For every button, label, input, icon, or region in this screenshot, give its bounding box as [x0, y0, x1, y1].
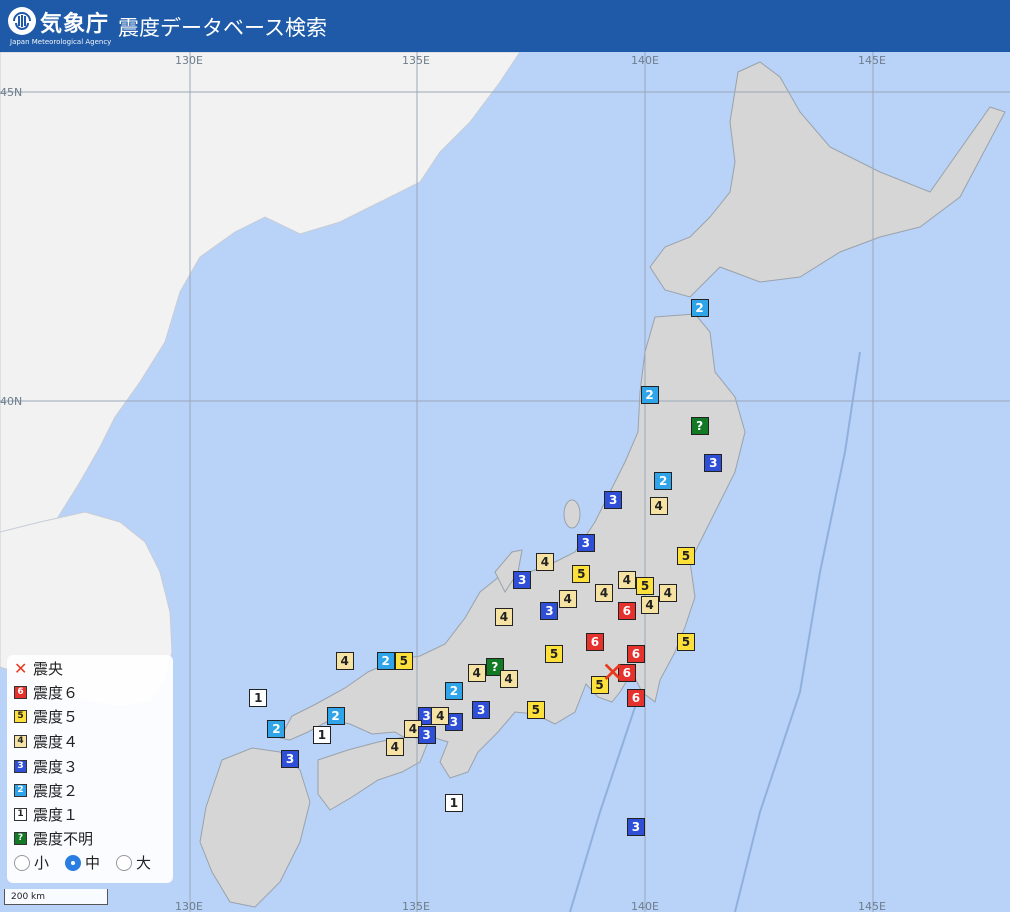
intensity-marker[interactable]: 6 — [626, 645, 645, 664]
legend-panel: ✕ 震央 6 震度６ 5 震度５ 4 震度４ 3 震度３ 2 震度２ 1 震度１… — [7, 655, 173, 883]
legend-label: 震度４ — [33, 732, 79, 751]
grid-label-lon-bottom: 135E — [402, 900, 430, 912]
logo-subtitle: Japan Meteorological Agency — [10, 38, 112, 46]
grid-label-lat: 40N — [0, 395, 23, 408]
intensity-5-icon: 5 — [14, 709, 27, 723]
intensity-marker[interactable]: 2 — [654, 472, 673, 491]
intensity-marker[interactable]: 2 — [267, 719, 286, 738]
legend-item-int1: 1 震度１ — [14, 803, 78, 825]
intensity-marker[interactable]: 6 — [617, 602, 636, 621]
legend-item-unknown: ? 震度不明 — [14, 827, 93, 849]
legend-item-int4: 4 震度４ — [14, 730, 78, 752]
intensity-marker[interactable]: ? — [690, 416, 709, 435]
intensity-marker[interactable]: 6 — [585, 633, 604, 652]
intensity-marker[interactable]: 2 — [444, 682, 463, 701]
size-radio-medium[interactable] — [65, 854, 82, 871]
intensity-marker[interactable]: 5 — [394, 651, 413, 670]
legend-item-int6: 6 震度６ — [14, 681, 78, 703]
legend-label: 震度６ — [33, 683, 79, 702]
intensity-2-icon: 2 — [14, 783, 27, 797]
size-radio-small[interactable] — [14, 854, 30, 871]
intensity-marker[interactable]: 1 — [249, 688, 268, 707]
intensity-marker[interactable]: 5 — [545, 645, 563, 664]
intensity-marker[interactable]: 3 — [626, 818, 645, 837]
intensity-marker[interactable]: 4 — [499, 670, 518, 689]
intensity-marker[interactable]: 4 — [640, 595, 659, 614]
intensity-marker[interactable]: 2 — [690, 299, 709, 318]
intensity-marker[interactable]: 2 — [326, 707, 345, 726]
legend-label: 震度２ — [33, 781, 79, 800]
intensity-marker[interactable]: 3 — [540, 602, 559, 621]
intensity-marker[interactable]: 5 — [676, 633, 695, 652]
intensity-marker[interactable]: 4 — [595, 583, 614, 602]
scale-bar: 200 km — [4, 889, 108, 905]
intensity-marker[interactable]: 6 — [626, 688, 645, 707]
intensity-marker[interactable]: 3 — [472, 701, 491, 719]
size-label-small: 小 — [34, 854, 50, 872]
intensity-unknown-icon: ? — [14, 831, 27, 845]
marker-size-selector: 小 中 大 — [14, 852, 167, 873]
intensity-marker[interactable]: 3 — [417, 725, 436, 744]
legend-item-epicenter: ✕ 震央 — [14, 657, 63, 679]
epicenter-marker-icon[interactable]: ✕ — [601, 658, 624, 687]
intensity-marker[interactable]: 4 — [535, 552, 554, 571]
intensity-marker[interactable]: 1 — [444, 793, 463, 812]
app-header: 気象庁 Japan Meteorological Agency 震度データベース… — [0, 0, 1010, 53]
intensity-marker[interactable]: 5 — [526, 701, 545, 719]
intensity-1-icon: 1 — [14, 807, 27, 821]
legend-label: 震度不明 — [33, 829, 94, 848]
intensity-marker[interactable]: 4 — [467, 663, 486, 682]
grid-label-lon: 130E — [175, 54, 203, 67]
grid-label-lon-bottom: 130E — [175, 900, 203, 912]
intensity-marker[interactable]: 5 — [636, 577, 654, 596]
intensity-marker[interactable]: 2 — [376, 651, 395, 670]
size-label-large: 大 — [136, 854, 152, 872]
legend-label: 震度１ — [33, 805, 79, 824]
grid-label-lon-bottom: 140E — [631, 900, 659, 912]
intensity-marker[interactable]: 3 — [576, 534, 595, 553]
grid-label-lon-bottom: 145E — [858, 900, 886, 912]
legend-label: 震度３ — [33, 757, 79, 776]
sado-island — [563, 499, 581, 529]
intensity-marker[interactable]: 3 — [513, 571, 532, 590]
intensity-marker[interactable]: 1 — [312, 725, 331, 744]
intensity-marker[interactable]: 4 — [385, 738, 404, 757]
legend-item-int2: 2 震度２ — [14, 779, 78, 801]
intensity-marker[interactable]: 4 — [335, 651, 354, 670]
logo-text[interactable]: 気象庁 — [40, 6, 109, 38]
intensity-6-icon: 6 — [14, 685, 27, 699]
grid-label-lon: 135E — [402, 54, 430, 67]
intensity-marker[interactable]: 5 — [676, 546, 695, 565]
page-title: 震度データベース検索 — [118, 16, 327, 40]
intensity-marker[interactable]: 4 — [617, 571, 636, 590]
grid-label-lon: 140E — [631, 54, 659, 67]
intensity-4-icon: 4 — [14, 734, 27, 748]
grid-label-lat: 45N — [0, 86, 23, 99]
size-label-medium: 中 — [85, 854, 101, 872]
intensity-marker[interactable]: 3 — [281, 750, 300, 769]
legend-label: 震度５ — [33, 707, 79, 726]
jma-logo-icon[interactable] — [8, 7, 36, 35]
intensity-marker[interactable]: 4 — [649, 497, 668, 516]
grid-label-lon: 145E — [858, 54, 886, 67]
intensity-marker[interactable]: 4 — [658, 583, 677, 602]
intensity-marker[interactable]: 3 — [704, 453, 723, 472]
intensity-marker[interactable]: 5 — [572, 565, 591, 584]
intensity-marker[interactable]: 4 — [494, 608, 513, 627]
legend-item-int5: 5 震度５ — [14, 705, 78, 727]
intensity-marker[interactable]: 4 — [431, 707, 450, 726]
intensity-marker[interactable]: 3 — [604, 490, 623, 509]
intensity-marker[interactable]: 2 — [640, 385, 659, 404]
intensity-marker[interactable]: 4 — [558, 589, 577, 608]
epicenter-icon: ✕ — [14, 658, 28, 678]
legend-label: 震央 — [33, 659, 64, 678]
legend-item-int3: 3 震度３ — [14, 755, 78, 777]
intensity-3-icon: 3 — [14, 759, 27, 773]
size-radio-large[interactable] — [116, 854, 133, 871]
